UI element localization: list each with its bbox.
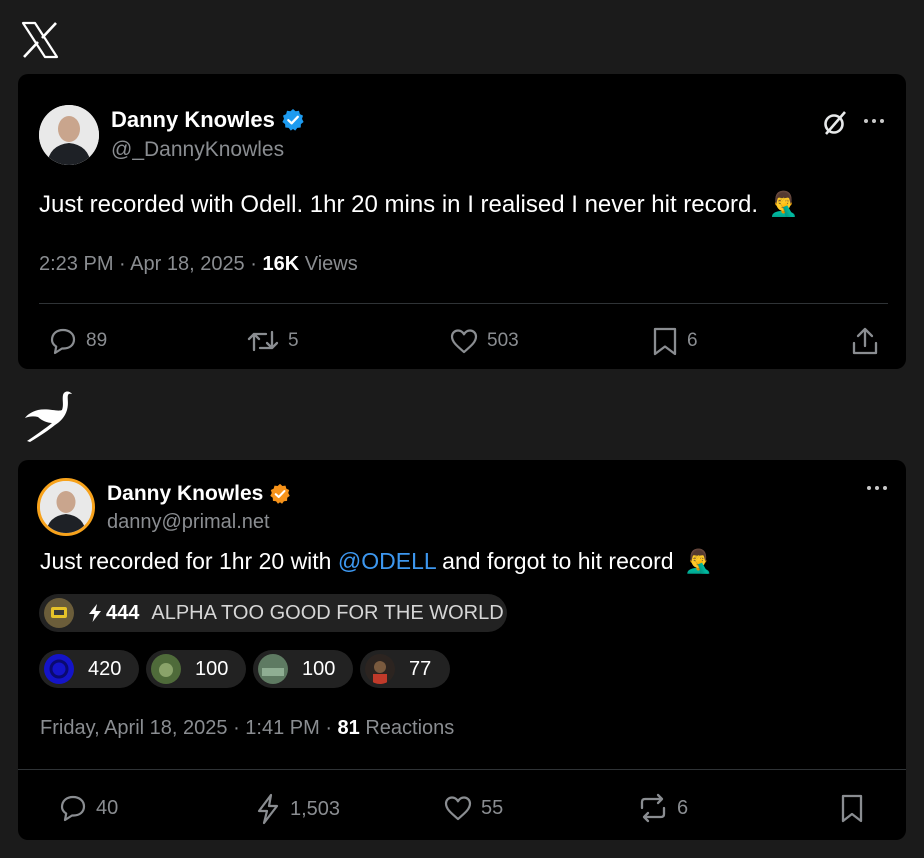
heart-icon	[444, 796, 472, 821]
facepalm-emoji: 🤦‍♂️	[768, 191, 799, 218]
facepalm-emoji: 🤦‍♂️	[684, 548, 713, 574]
zapper-avatar	[151, 654, 181, 684]
reply-count: 89	[86, 330, 108, 351]
like-count: 55	[481, 796, 504, 819]
zapper-avatar	[258, 654, 288, 684]
heart-icon	[450, 329, 478, 354]
zap-amount: 77	[409, 657, 432, 680]
primal-logo-icon	[25, 391, 72, 442]
post-date[interactable]: Friday, April 18, 2025 · 1:41 PM ·	[40, 717, 338, 739]
bookmark-button[interactable]: 6	[651, 326, 698, 356]
zap-total: 1,503	[290, 797, 341, 820]
divider	[39, 303, 888, 304]
x-post-card: Danny Knowles @_DannyKnowles Just record…	[18, 74, 906, 369]
author-name-text: Danny Knowles	[107, 482, 264, 505]
top-zap-message: ALPHA TOO GOOD FOR THE WORLD	[151, 601, 504, 624]
bookmark-button[interactable]	[838, 793, 866, 823]
zapper-avatar	[44, 598, 74, 628]
share-button[interactable]	[850, 326, 880, 356]
post-text-before: Just recorded for 1hr 20 with	[40, 548, 338, 574]
reply-button[interactable]: 40	[58, 793, 118, 823]
bookmark-icon	[841, 794, 863, 823]
author-handle[interactable]: danny@primal.net	[107, 511, 270, 534]
post-time[interactable]: 2:23 PM · Apr 18, 2025 ·	[39, 253, 262, 275]
reply-icon	[50, 328, 76, 355]
mention-link[interactable]: @ODELL	[338, 548, 436, 574]
repost-button[interactable]: 6	[637, 793, 688, 823]
zap-amount: 100	[195, 657, 229, 680]
repost-icon	[640, 793, 666, 823]
repost-icon	[247, 330, 279, 352]
repost-count: 6	[677, 796, 689, 819]
reactions-count[interactable]: 81	[338, 717, 360, 739]
post-meta: 2:23 PM · Apr 18, 2025 · 16K Views	[39, 253, 358, 276]
tweet-text: Just recorded with Odell. 1hr 20 mins in…	[39, 190, 799, 219]
reactions-label[interactable]: Reactions	[360, 717, 454, 739]
avatar[interactable]	[39, 105, 99, 165]
author-name[interactable]: Danny Knowles	[111, 107, 305, 133]
top-zap-amount: 444	[106, 601, 140, 624]
reply-count: 40	[96, 796, 119, 819]
views-label: Views	[299, 253, 358, 275]
bookmark-count: 6	[687, 330, 698, 351]
reply-button[interactable]: 89	[48, 326, 107, 356]
post-meta: Friday, April 18, 2025 · 1:41 PM · 81 Re…	[40, 717, 454, 740]
post-text: Just recorded for 1hr 20 with @ODELL and…	[40, 548, 713, 575]
lightning-icon	[257, 793, 279, 825]
zap-pill[interactable]: 100	[146, 650, 246, 688]
like-count: 503	[487, 330, 519, 351]
share-icon	[852, 327, 878, 355]
more-options-icon[interactable]	[864, 119, 884, 123]
reply-icon	[60, 795, 86, 822]
grok-icon[interactable]	[821, 109, 849, 137]
repost-count: 5	[288, 330, 299, 351]
top-zap-pill[interactable]: 444 ALPHA TOO GOOD FOR THE WORLD	[39, 594, 507, 632]
lightning-icon	[89, 604, 101, 622]
divider	[18, 769, 906, 770]
views-count: 16K	[262, 253, 300, 275]
zap-pill[interactable]: 100	[253, 650, 353, 688]
zap-amount: 420	[88, 657, 122, 680]
zapper-avatar	[365, 654, 395, 684]
primal-post-card: Danny Knowles danny@primal.net Just reco…	[18, 460, 906, 840]
author-handle[interactable]: @_DannyKnowles	[111, 138, 284, 162]
zap-pill[interactable]: 420	[39, 650, 139, 688]
zap-button[interactable]: 1,503	[254, 793, 340, 825]
zapper-avatar	[44, 654, 74, 684]
zap-amount: 100	[302, 657, 336, 680]
more-options-icon[interactable]	[867, 486, 887, 490]
repost-button[interactable]: 5	[246, 326, 299, 356]
post-text-after: and forgot to hit record	[435, 548, 674, 574]
tweet-text-body: Just recorded with Odell. 1hr 20 mins in…	[39, 191, 758, 218]
like-button[interactable]: 503	[449, 326, 519, 356]
bookmark-icon	[653, 327, 677, 356]
zap-pill[interactable]: 77	[360, 650, 450, 688]
verified-badge-icon	[282, 109, 304, 131]
author-name-text: Danny Knowles	[111, 107, 275, 132]
verified-badge-icon	[270, 483, 291, 504]
avatar[interactable]	[37, 478, 95, 536]
x-logo-icon	[21, 21, 59, 59]
like-button[interactable]: 55	[443, 793, 503, 823]
author-name[interactable]: Danny Knowles	[107, 482, 291, 506]
